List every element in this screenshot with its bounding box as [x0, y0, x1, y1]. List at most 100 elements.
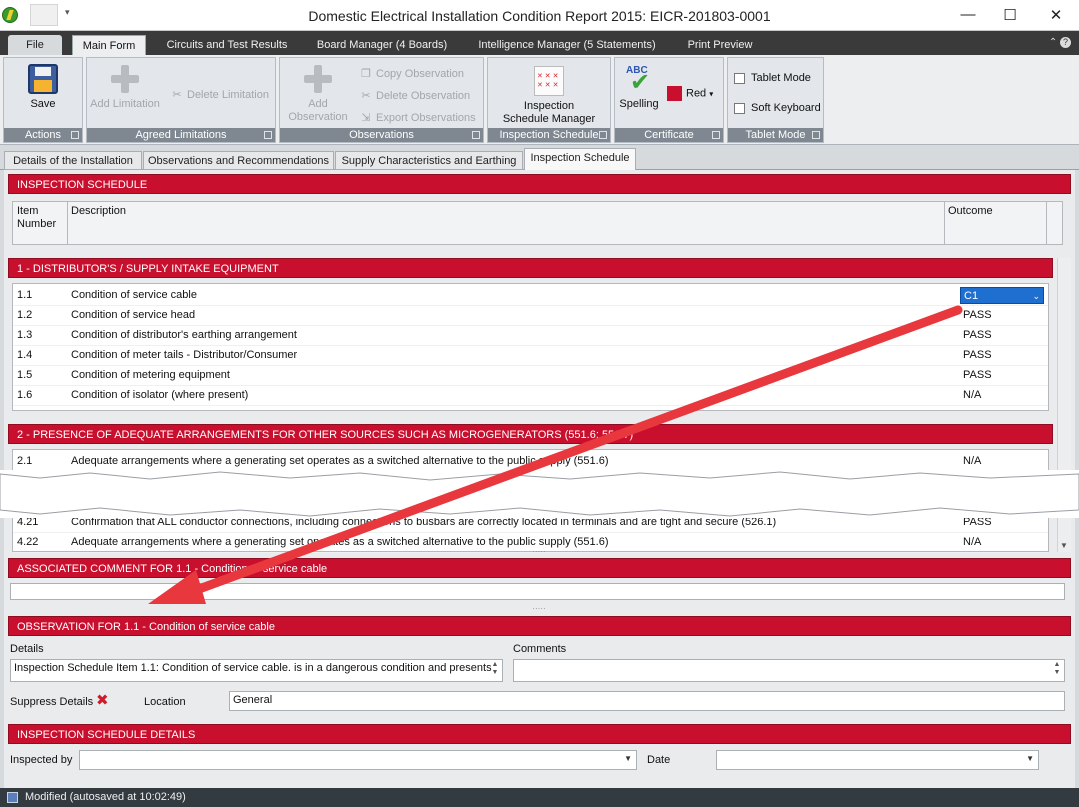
associated-comment-field[interactable] [10, 583, 1065, 600]
save-status-icon [7, 792, 18, 803]
tab-inspection-schedule[interactable]: Inspection Schedule [524, 148, 636, 171]
group-label-certificate: Certificate [644, 129, 694, 141]
suppress-details-label: Suppress Details [10, 696, 94, 708]
inspection-schedule-manager-button[interactable]: Inspection Schedule Manager [494, 66, 604, 126]
associated-comment-header: ASSOCIATED COMMENT FOR 1.1 - Condition o… [8, 558, 1071, 578]
checkbox-icon [734, 102, 745, 114]
chevron-down-icon: ⌄ [1032, 291, 1040, 301]
inspected-by-combobox[interactable]: ▼ [79, 750, 637, 770]
section-header: 2 - PRESENCE OF ADEQUATE ARRANGEMENTS FO… [8, 424, 1053, 444]
dialog-launcher-icon[interactable] [71, 131, 79, 139]
delete-icon: ✂ [361, 90, 371, 102]
collapse-ribbon-icon[interactable]: ⌃ ? [1049, 37, 1071, 48]
group-inspection-schedule: Inspection Schedule Manager Inspection S… [487, 57, 611, 143]
group-label-inspection-schedule: Inspection Schedule [499, 129, 599, 141]
save-button[interactable]: Save [14, 64, 72, 111]
delete-observation-button[interactable]: ✂ Delete Observation [360, 89, 470, 102]
title-bar: ▾ Domestic Electrical Installation Condi… [0, 0, 1079, 31]
dialog-launcher-icon[interactable] [599, 131, 607, 139]
spell-check-icon: ABC ✔ [626, 65, 651, 96]
column-header-row: Item Number Description Outcome [12, 201, 1063, 245]
tablet-mode-checkbox[interactable]: Tablet Mode [734, 72, 811, 84]
location-field[interactable]: General [229, 691, 1065, 711]
tab-print-preview[interactable]: Print Preview [678, 35, 762, 55]
scroll-down-icon[interactable]: ▼ [1060, 541, 1068, 550]
tab-file[interactable]: File [8, 35, 62, 55]
group-label-tablet-mode: Tablet Mode [745, 129, 806, 141]
section1-grid: 1.1 Condition of service cable C1 ⌄ 1.2 Co… [12, 283, 1049, 411]
spelling-button[interactable]: ABC ✔ Spelling [617, 64, 661, 111]
torn-edge-shape [0, 471, 1079, 517]
suppress-details-toggle-icon[interactable]: ✖ [96, 691, 109, 709]
section-header: 1 - DISTRIBUTOR'S / SUPPLY INTAKE EQUIPM… [8, 258, 1053, 278]
status-bar: Modified (autosaved at 10:02:49) [0, 788, 1079, 807]
dialog-launcher-icon[interactable] [812, 131, 820, 139]
group-agreed-limitations: Add Limitation ✂ Delete Limitation Agreed… [86, 57, 276, 143]
tab-intelligence-manager[interactable]: Intelligence Manager (5 Statements) [468, 35, 666, 55]
document-tab-bar: Details of the Installation Observations… [0, 145, 1079, 171]
dialog-launcher-icon[interactable] [712, 131, 720, 139]
torn-page-overlay [0, 470, 1079, 518]
group-label-actions: Actions [24, 129, 62, 141]
observation-header: OBSERVATION FOR 1.1 - Condition of servi… [8, 616, 1071, 636]
date-label: Date [647, 754, 671, 766]
tab-supply-characteristics[interactable]: Supply Characteristics and Earthing [335, 151, 523, 170]
table-row[interactable]: 1.2 Condition of service head PASS [13, 306, 1048, 326]
certificate-color-dropdown[interactable]: Red ▾ [667, 86, 713, 101]
add-limitation-button[interactable]: Add Limitation [89, 64, 161, 111]
soft-keyboard-checkbox[interactable]: Soft Keyboard [734, 102, 821, 114]
export-observations-button[interactable]: ⇲ Export Observations [360, 111, 475, 124]
details-label: Details [10, 643, 44, 655]
table-row[interactable]: 1.1 Condition of service cable C1 ⌄ [13, 286, 1048, 306]
ribbon: Save Actions Add Limitation ✂ Delete Limi… [0, 55, 1079, 145]
date-combobox[interactable]: ▼ [716, 750, 1039, 770]
comments-label: Comments [513, 643, 567, 655]
group-observations: Add Observation ❐ Copy Observation ✂ Delet… [279, 57, 484, 143]
color-swatch [667, 86, 682, 101]
tab-details-of-installation[interactable]: Details of the Installation [4, 151, 142, 170]
column-item-number[interactable]: Item Number [17, 205, 56, 231]
group-certificate: ABC ✔ Spelling Red ▾ Certificate [614, 57, 724, 143]
minimize-button[interactable]: — [958, 6, 978, 23]
tab-board-manager[interactable]: Board Manager (4 Boards) [308, 35, 456, 55]
chevron-down-icon: ▼ [1026, 754, 1034, 763]
group-label-limitations: Agreed Limitations [135, 129, 227, 141]
save-icon [28, 64, 58, 94]
table-row[interactable]: 1.6 Condition of isolator (where present)… [13, 386, 1048, 406]
group-tablet-mode: Tablet Mode Soft Keyboard Tablet Mode [727, 57, 824, 143]
table-row[interactable]: 1.4 Condition of meter tails - Distributo… [13, 346, 1048, 366]
column-description[interactable]: Description [71, 205, 126, 217]
table-row[interactable]: 1.5 Condition of metering equipment PASS [13, 366, 1048, 386]
tab-main-form[interactable]: Main Form [72, 35, 146, 55]
splitter-handle[interactable]: ····· [524, 605, 554, 613]
copy-observation-button[interactable]: ❐ Copy Observation [360, 67, 464, 80]
table-row[interactable]: 1.3 Condition of distributor's earthing a… [13, 326, 1048, 346]
inspection-schedule-details-header: INSPECTION SCHEDULE DETAILS [8, 724, 1071, 744]
group-actions: Save Actions [3, 57, 83, 143]
column-outcome[interactable]: Outcome [948, 205, 993, 217]
spin-buttons-icon[interactable]: ▲ ▼ [489, 661, 501, 680]
export-icon: ⇲ [361, 112, 371, 124]
tab-circuits[interactable]: Circuits and Test Results [158, 35, 296, 55]
splitter-handle[interactable]: ····· [524, 548, 554, 556]
maximize-button[interactable]: ☐ [1000, 6, 1020, 24]
schedule-grid-icon [534, 66, 564, 96]
section2-grid: 2.1 Adequate arrangements where a generat… [12, 449, 1049, 472]
tab-observations-recommendations[interactable]: Observations and Recommendations [143, 151, 334, 170]
status-text: Modified (autosaved at 10:02:49) [25, 791, 186, 803]
inspected-by-label: Inspected by [10, 754, 73, 766]
plus-icon [303, 64, 333, 94]
dialog-launcher-icon[interactable] [472, 131, 480, 139]
dialog-launcher-icon[interactable] [264, 131, 272, 139]
add-observation-button[interactable]: Add Observation [282, 64, 354, 124]
spin-buttons-icon[interactable]: ▲ ▼ [1051, 661, 1063, 680]
table-row[interactable]: 2.1 Adequate arrangements where a generat… [13, 452, 1048, 472]
close-button[interactable]: ✕ [1046, 6, 1066, 24]
outcome-dropdown[interactable]: C1 ⌄ [960, 287, 1044, 304]
delete-limitation-button[interactable]: ✂ Delete Limitation [171, 88, 269, 101]
location-label: Location [144, 696, 186, 708]
observation-comments-field[interactable]: ▲ ▼ [513, 659, 1065, 682]
chevron-down-icon: ▾ [709, 89, 714, 99]
observation-details-field[interactable]: Inspection Schedule Item 1.1: Condition … [10, 659, 503, 682]
ribbon-tab-bar: File Main Form Circuits and Test Results… [0, 31, 1079, 55]
